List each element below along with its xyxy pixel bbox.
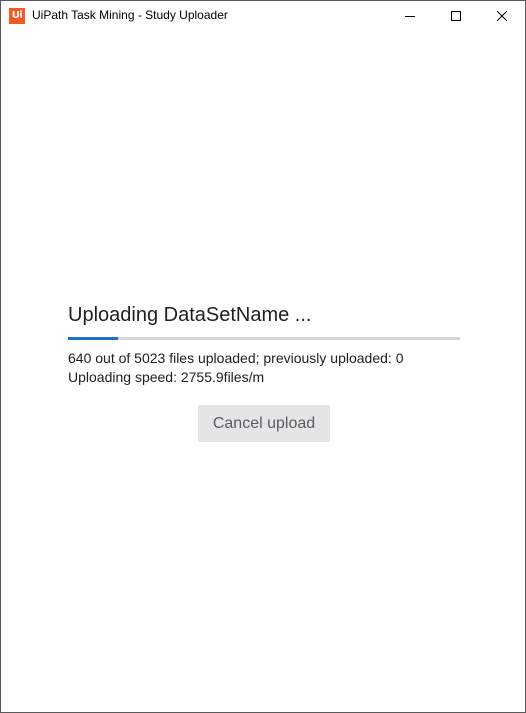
cancel-upload-button[interactable]: Cancel upload xyxy=(198,405,330,442)
upload-progress-bar xyxy=(68,337,460,340)
close-icon xyxy=(497,11,507,21)
minimize-icon xyxy=(405,16,415,17)
upload-panel: Uploading DataSetName ... 640 out of 502… xyxy=(1,31,525,712)
title-bar[interactable]: Ui UiPath Task Mining - Study Uploader xyxy=(1,1,525,31)
upload-heading: Uploading DataSetName ... xyxy=(68,304,312,326)
upload-speed-text: Uploading speed: 2755.9files/m xyxy=(68,369,265,385)
uploader-window: Ui UiPath Task Mining - Study Uploader U… xyxy=(0,0,526,713)
minimize-button[interactable] xyxy=(387,1,433,31)
maximize-icon xyxy=(451,11,461,21)
uipath-logo-icon: Ui xyxy=(9,8,25,24)
maximize-button[interactable] xyxy=(433,1,479,31)
upload-status-text: 640 out of 5023 files uploaded; previous… xyxy=(68,350,404,366)
upload-progress-fill xyxy=(68,337,118,340)
close-button[interactable] xyxy=(479,1,525,31)
window-title: UiPath Task Mining - Study Uploader xyxy=(32,8,228,22)
